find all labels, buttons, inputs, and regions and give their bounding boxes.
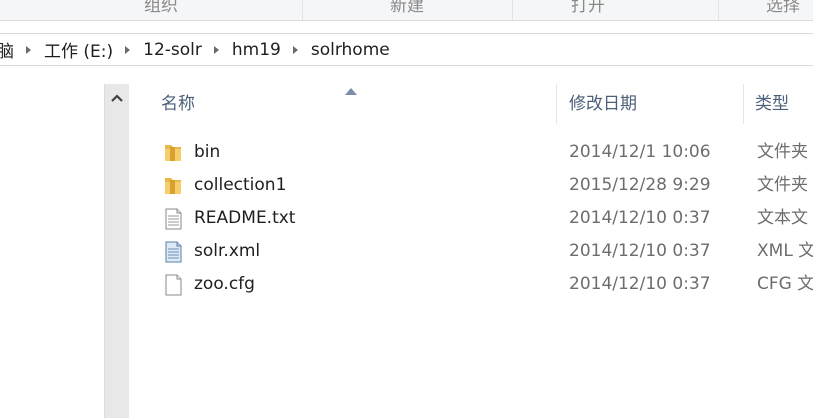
text-file-icon [162, 208, 184, 230]
breadcrumb-chevron-icon[interactable] [292, 45, 298, 54]
ribbon: 组织 新建 打开 选择 [0, 0, 813, 21]
file-row[interactable]: solr.xml 2014/12/10 0:37 XML 文 [129, 235, 813, 268]
address-bar[interactable]: 脑 工作 (E:) 12-solr hm19 solrhome [0, 33, 813, 66]
file-date: 2014/12/10 0:37 [569, 274, 711, 294]
file-type: 文件夹 [757, 175, 808, 195]
file-date: 2014/12/10 0:37 [569, 241, 711, 261]
file-type: 文本文 [757, 208, 808, 228]
ribbon-group-organize[interactable]: 组织 [126, 0, 196, 16]
folder-icon [162, 175, 184, 197]
file-date: 2015/12/28 9:29 [569, 175, 711, 195]
xml-file-icon [162, 241, 184, 263]
ribbon-group-new[interactable]: 新建 [372, 0, 442, 16]
ribbon-separator [302, 0, 303, 20]
file-list: 名称 修改日期 类型 bin 2014/12/1 10:06 文件夹 colle… [129, 84, 813, 418]
column-divider[interactable] [556, 84, 557, 124]
breadcrumb-chevron-icon[interactable] [125, 45, 131, 54]
column-header-date[interactable]: 修改日期 [569, 84, 637, 124]
file-type: 文件夹 [757, 142, 808, 162]
breadcrumb-12-solr[interactable]: 12-solr [143, 40, 202, 60]
file-type: CFG 文 [757, 274, 813, 294]
column-header-type[interactable]: 类型 [755, 84, 789, 124]
file-name: collection1 [194, 175, 287, 195]
folder-icon [162, 142, 184, 164]
file-type: XML 文 [757, 241, 813, 261]
sort-ascending-icon [345, 88, 357, 95]
breadcrumb-solrhome[interactable]: solrhome [311, 40, 390, 60]
file-date: 2014/12/1 10:06 [569, 142, 711, 162]
breadcrumb-hm19[interactable]: hm19 [232, 40, 281, 60]
breadcrumb-drive-e[interactable]: 工作 (E:) [44, 37, 113, 62]
blank-file-icon [162, 274, 184, 296]
navigation-pane[interactable] [0, 84, 104, 418]
file-name: README.txt [194, 208, 296, 228]
ribbon-group-select[interactable]: 选择 [748, 0, 813, 16]
scroll-up-icon[interactable] [110, 92, 124, 104]
file-name: zoo.cfg [194, 274, 255, 294]
column-divider[interactable] [743, 84, 744, 124]
file-name: solr.xml [194, 241, 261, 261]
breadcrumb-chevron-icon[interactable] [26, 45, 31, 54]
breadcrumb-chevron-icon[interactable] [213, 45, 219, 54]
ribbon-separator [512, 0, 513, 20]
file-name: bin [194, 142, 221, 162]
file-date: 2014/12/10 0:37 [569, 208, 711, 228]
file-row[interactable]: zoo.cfg 2014/12/10 0:37 CFG 文 [129, 268, 813, 301]
file-row[interactable]: collection1 2015/12/28 9:29 文件夹 [129, 169, 813, 202]
ribbon-group-open[interactable]: 打开 [553, 0, 623, 16]
breadcrumb-computer[interactable]: 脑 [0, 37, 14, 62]
file-row[interactable]: bin 2014/12/1 10:06 文件夹 [129, 136, 813, 169]
explorer-window: 组织 新建 打开 选择 脑 工作 (E:) 12-solr hm19 solrh… [0, 0, 813, 418]
navigation-scrollbar[interactable] [104, 84, 129, 418]
file-row[interactable]: README.txt 2014/12/10 0:37 文本文 [129, 202, 813, 235]
ribbon-separator [718, 0, 719, 20]
column-header-name[interactable]: 名称 [161, 84, 195, 124]
